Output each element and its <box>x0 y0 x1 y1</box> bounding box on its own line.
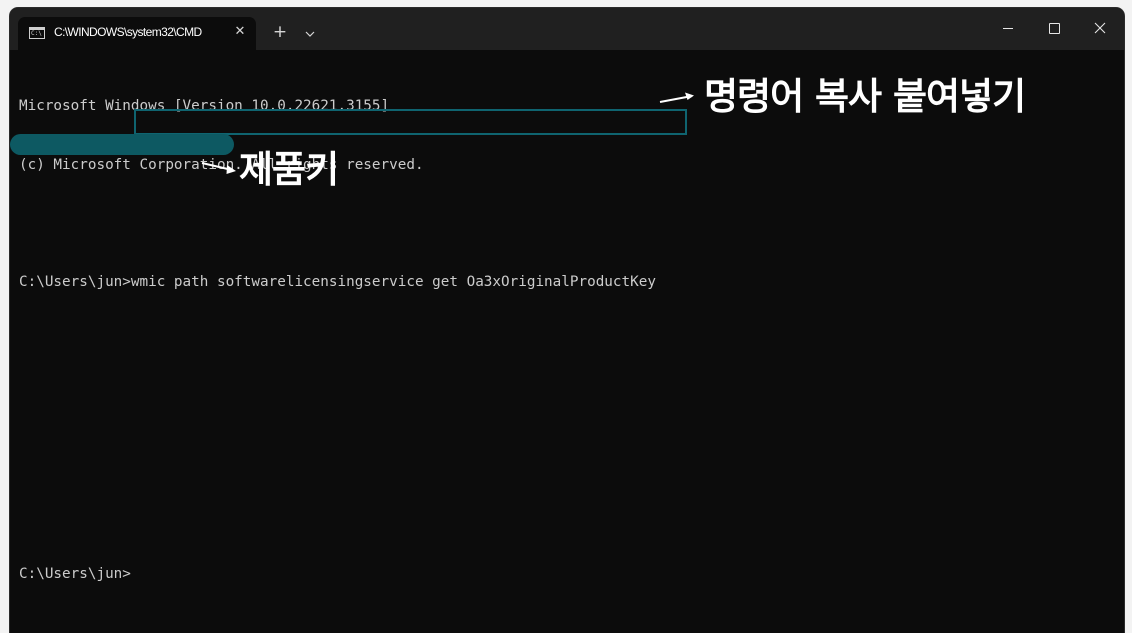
maximize-icon <box>1049 23 1060 34</box>
tab-title: C:\WINDOWS\system32\CMD <box>54 25 202 39</box>
maximize-button[interactable] <box>1031 12 1077 44</box>
product-key-redaction <box>10 134 234 155</box>
tab-cmd[interactable]: C:\ C:\WINDOWS\system32\CMD ✕ <box>18 17 256 50</box>
terminal-line-command: C:\Users\jun>wmic path softwarelicensing… <box>19 273 656 290</box>
minimize-icon <box>1003 28 1013 29</box>
terminal-window: C:\ C:\WINDOWS\system32\CMD ✕ + Microsof… <box>10 8 1124 633</box>
new-tab-button[interactable]: + <box>268 22 292 44</box>
minimize-button[interactable] <box>985 12 1031 44</box>
arrow-right-icon <box>201 162 236 174</box>
command-prompt-icon: C:\ <box>29 27 45 39</box>
close-icon <box>1094 22 1106 34</box>
annotation-product-key: 제품키 <box>239 148 339 191</box>
chevron-down-icon[interactable] <box>299 24 321 44</box>
annotation-copy-paste: 명령어 복사 붙여넣기 <box>704 75 1026 118</box>
tab-close-icon[interactable]: ✕ <box>230 22 250 42</box>
terminal-prompt: C:\Users\jun> <box>19 566 131 582</box>
command-highlight-box <box>134 109 687 135</box>
title-bar[interactable]: C:\ C:\WINDOWS\system32\CMD ✕ + <box>10 8 1124 50</box>
command-prompt-icon-text: C:\ <box>31 30 42 37</box>
arrow-right-icon <box>659 92 694 103</box>
close-button[interactable] <box>1077 12 1123 44</box>
